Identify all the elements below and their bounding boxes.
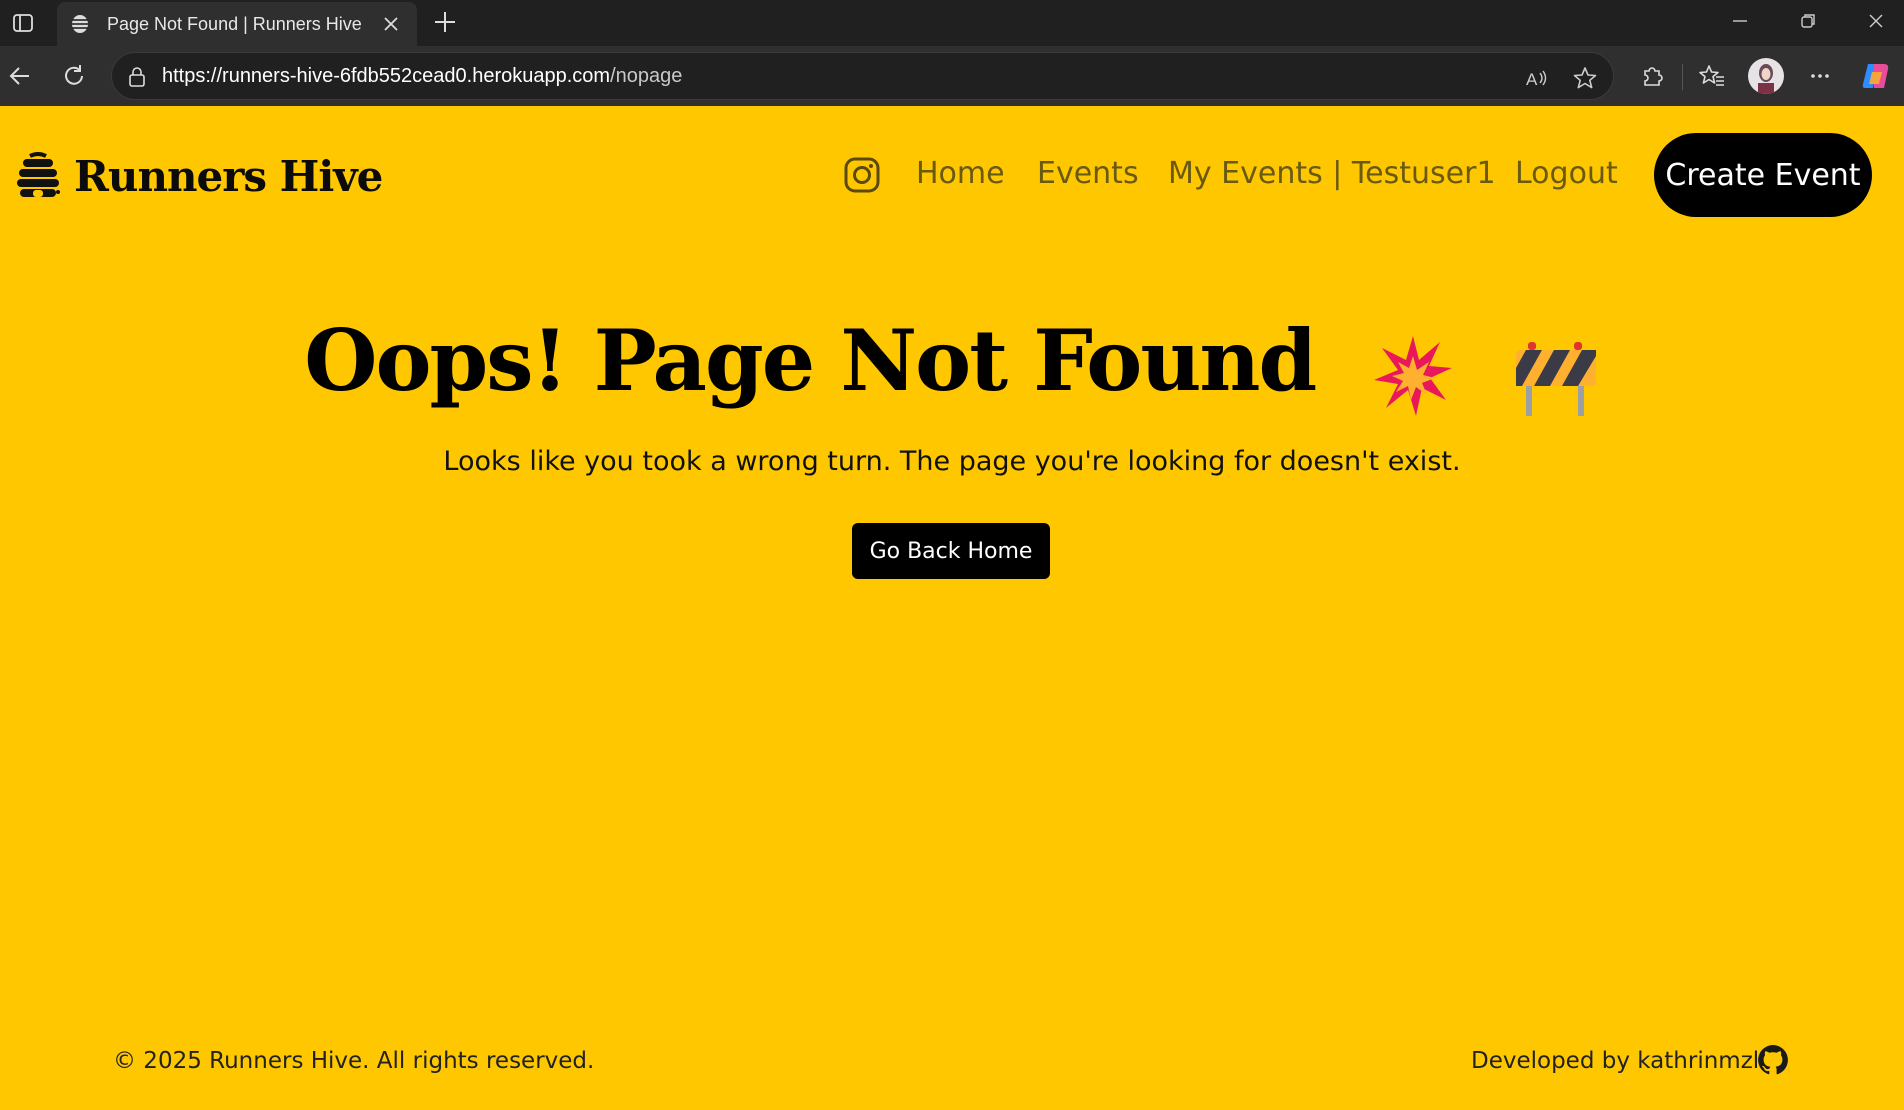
lock-icon[interactable] — [126, 66, 148, 88]
go-back-home-button[interactable]: Go Back Home — [852, 523, 1050, 579]
brand-link[interactable]: Runners Hive — [14, 150, 383, 202]
collision-emoji — [1374, 335, 1453, 416]
github-icon[interactable] — [1756, 1043, 1790, 1077]
profile-avatar[interactable] — [1748, 58, 1784, 94]
url-text[interactable]: https://runners-hive-6fdb552cead0.heroku… — [162, 65, 682, 88]
nav-home-link[interactable]: Home — [916, 156, 1005, 191]
footer-copyright: © 2025 Runners Hive. All rights reserved… — [113, 1048, 595, 1074]
brand-name: Runners Hive — [74, 151, 383, 201]
construction-emoji — [1515, 341, 1596, 416]
error-message: Looks like you took a wrong turn. The pa… — [443, 446, 1461, 477]
plus-icon[interactable] — [430, 7, 460, 37]
page-viewport: Runners Hive Home Events My Events | Tes… — [0, 106, 1904, 1110]
reload-icon[interactable] — [58, 60, 90, 92]
star-icon[interactable] — [1572, 65, 1598, 91]
close-icon[interactable] — [379, 12, 403, 36]
tab-title: Page Not Found | Runners Hive — [107, 13, 362, 34]
more-icon[interactable] — [1802, 58, 1838, 94]
browser-toolbar: https://runners-hive-6fdb552cead0.heroku… — [0, 46, 1904, 106]
active-tab[interactable]: Page Not Found | Runners Hive — [57, 2, 417, 46]
title-emojis — [1372, 319, 1599, 418]
restore-icon[interactable] — [1788, 6, 1828, 36]
nav-my-events-link[interactable]: My Events | Testuser1 — [1168, 156, 1496, 191]
page-title: Oops! Page Not Found — [304, 311, 1317, 410]
tab-actions-icon[interactable] — [8, 8, 38, 38]
page-title-row: Oops! Page Not Found — [0, 311, 1904, 418]
toolbar-divider — [1682, 64, 1683, 90]
nav-events-link[interactable]: Events — [1037, 156, 1139, 191]
browser-tab-bar: Page Not Found | Runners Hive — [0, 0, 1904, 46]
svg-text:A: A — [1526, 70, 1538, 89]
beehive-logo-icon — [17, 152, 60, 197]
nav-logout-link[interactable]: Logout — [1515, 156, 1618, 191]
extensions-icon[interactable] — [1634, 58, 1670, 94]
window-close-icon[interactable] — [1856, 6, 1896, 36]
favorites-icon[interactable] — [1694, 58, 1730, 94]
create-event-button[interactable]: Create Event — [1654, 133, 1872, 217]
read-aloud-icon[interactable]: A — [1524, 65, 1550, 91]
instagram-icon[interactable] — [843, 156, 881, 194]
address-bar[interactable]: https://runners-hive-6fdb552cead0.heroku… — [111, 52, 1614, 100]
footer-credit[interactable]: Developed by kathrinmzl — [1471, 1048, 1759, 1074]
copilot-icon[interactable] — [1858, 58, 1894, 94]
site-navbar: Runners Hive Home Events My Events | Tes… — [0, 106, 1904, 242]
minimize-icon[interactable] — [1720, 6, 1760, 36]
back-icon[interactable] — [4, 60, 36, 92]
hive-favicon — [72, 15, 88, 33]
